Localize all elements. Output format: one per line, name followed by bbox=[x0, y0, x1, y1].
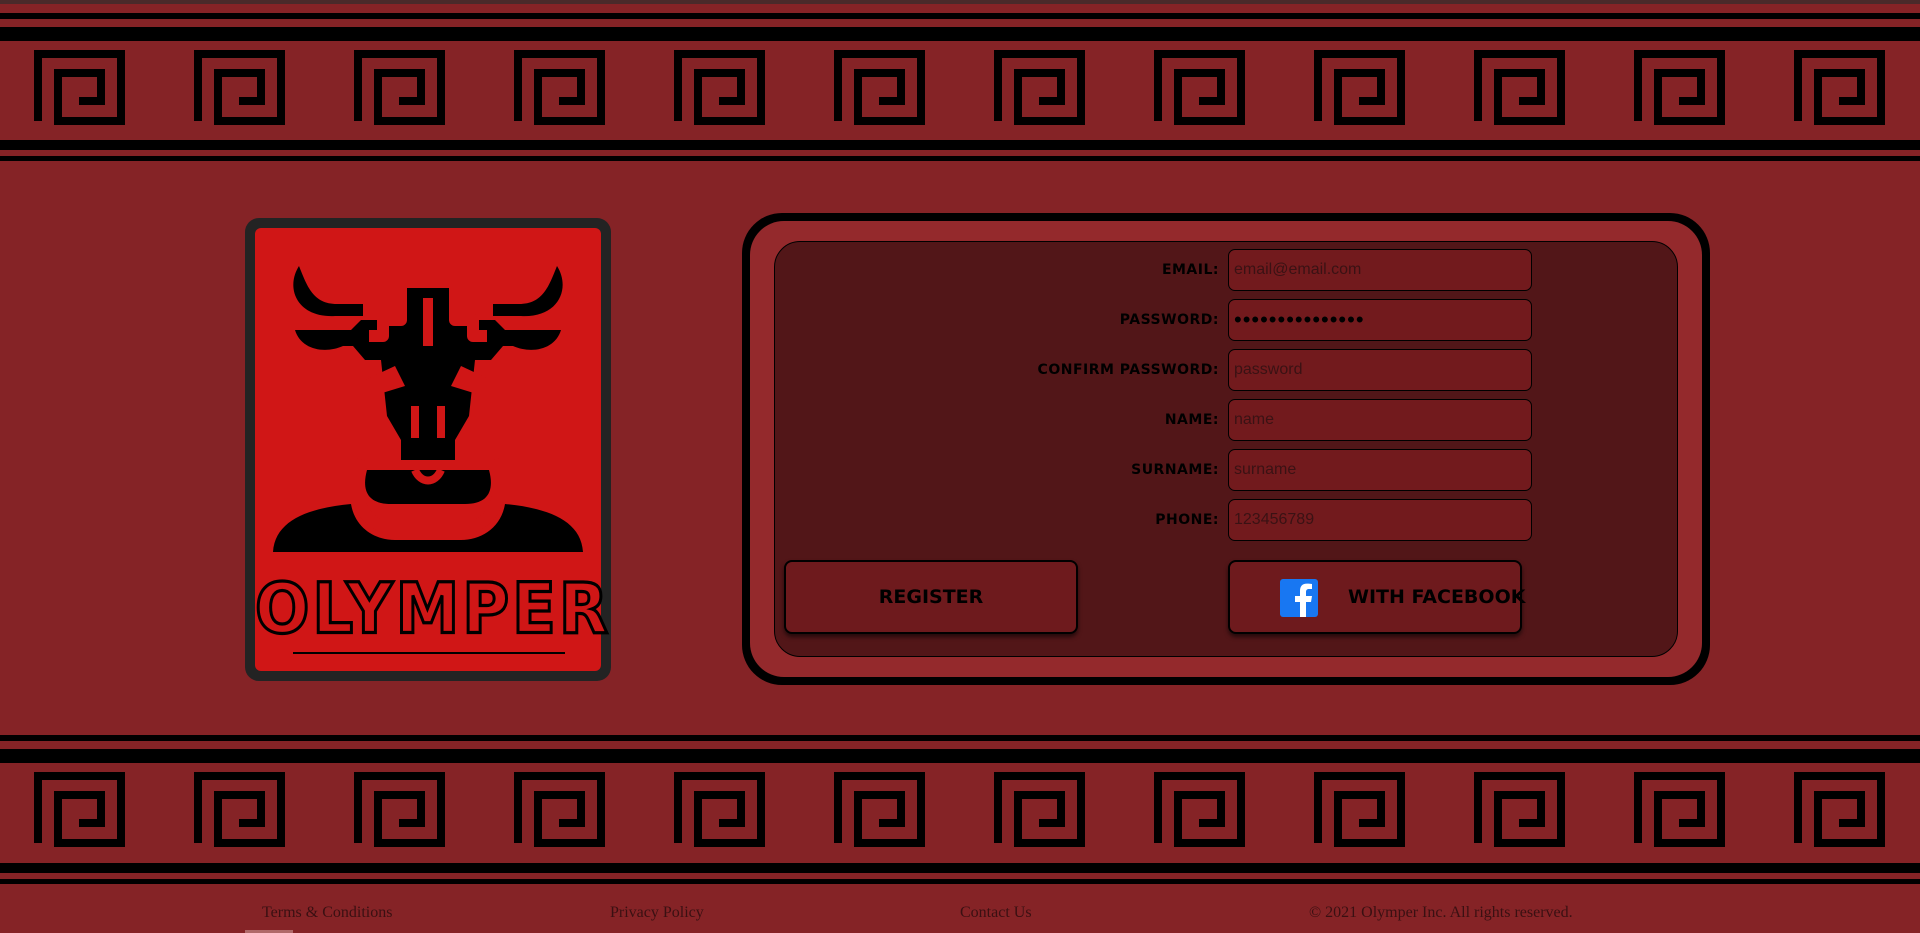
name-row: NAME: bbox=[775, 399, 1677, 441]
phone-row: PHONE: bbox=[775, 499, 1677, 541]
register-button[interactable]: REGISTER bbox=[784, 560, 1078, 634]
greek-key-motif bbox=[354, 50, 445, 125]
email-label: EMAIL: bbox=[1161, 262, 1219, 278]
confirm-password-label: CONFIRM PASSWORD: bbox=[1037, 362, 1219, 378]
greek-key-motif bbox=[674, 50, 765, 125]
contact-link[interactable]: Contact Us bbox=[960, 904, 1032, 922]
logo-card: OLYMPER bbox=[245, 218, 611, 681]
registration-form: EMAIL: PASSWORD: CONFIRM PASSWORD: NAME:… bbox=[774, 241, 1678, 657]
greek-key-motif bbox=[194, 772, 285, 847]
greek-key-motif bbox=[674, 772, 765, 847]
greek-key-motif bbox=[1314, 50, 1405, 125]
greek-key-motif bbox=[994, 50, 1085, 125]
greek-key-motif bbox=[1474, 772, 1565, 847]
terms-link[interactable]: Terms & Conditions bbox=[262, 904, 392, 922]
password-row: PASSWORD: bbox=[775, 299, 1677, 341]
greek-key-motif bbox=[34, 772, 125, 847]
greek-key-motif bbox=[1634, 50, 1725, 125]
greek-key-motif bbox=[514, 50, 605, 125]
greek-key-motif bbox=[34, 50, 125, 125]
greek-key-motif bbox=[1474, 50, 1565, 125]
copyright-text: © 2021 Olymper Inc. All rights reserved. bbox=[1309, 904, 1573, 921]
top-strip bbox=[0, 0, 1920, 4]
surname-label: SURNAME: bbox=[1131, 462, 1219, 478]
name-label: NAME: bbox=[1164, 412, 1219, 428]
brand-wordmark: OLYMPER bbox=[254, 568, 612, 651]
top-greek-key-border bbox=[0, 13, 1920, 168]
email-field[interactable] bbox=[1228, 249, 1532, 291]
greek-key-motif bbox=[834, 772, 925, 847]
greek-key-motif bbox=[514, 772, 605, 847]
facebook-button-label: WITH FACEBOOK bbox=[1348, 586, 1526, 608]
greek-key-motif bbox=[1794, 772, 1885, 847]
password-field[interactable] bbox=[1228, 299, 1532, 341]
greek-key-motif bbox=[1154, 50, 1245, 125]
logo-panel: OLYMPER bbox=[254, 228, 612, 671]
greek-key-motif bbox=[1634, 772, 1725, 847]
facebook-icon bbox=[1280, 579, 1318, 617]
bottom-greek-key-border bbox=[0, 735, 1920, 890]
confirm-password-row: CONFIRM PASSWORD: bbox=[775, 349, 1677, 391]
greek-key-motif bbox=[1154, 772, 1245, 847]
surname-field[interactable] bbox=[1228, 449, 1532, 491]
surname-row: SURNAME: bbox=[775, 449, 1677, 491]
name-field[interactable] bbox=[1228, 399, 1532, 441]
privacy-link[interactable]: Privacy Policy bbox=[610, 904, 704, 922]
password-label: PASSWORD: bbox=[1119, 312, 1219, 328]
registration-panel: EMAIL: PASSWORD: CONFIRM PASSWORD: NAME:… bbox=[742, 213, 1710, 685]
greek-key-motif bbox=[1314, 772, 1405, 847]
greek-key-motif bbox=[1794, 50, 1885, 125]
facebook-register-button[interactable]: WITH FACEBOOK bbox=[1228, 560, 1526, 634]
phone-field[interactable] bbox=[1228, 499, 1532, 541]
greek-key-motif bbox=[354, 772, 445, 847]
confirm-password-field[interactable] bbox=[1228, 349, 1532, 391]
greek-key-motif bbox=[834, 50, 925, 125]
greek-key-motif bbox=[994, 772, 1085, 847]
brand-underline bbox=[293, 652, 565, 654]
email-row: EMAIL: bbox=[775, 249, 1677, 291]
greek-key-motif bbox=[194, 50, 285, 125]
phone-label: PHONE: bbox=[1155, 512, 1219, 528]
